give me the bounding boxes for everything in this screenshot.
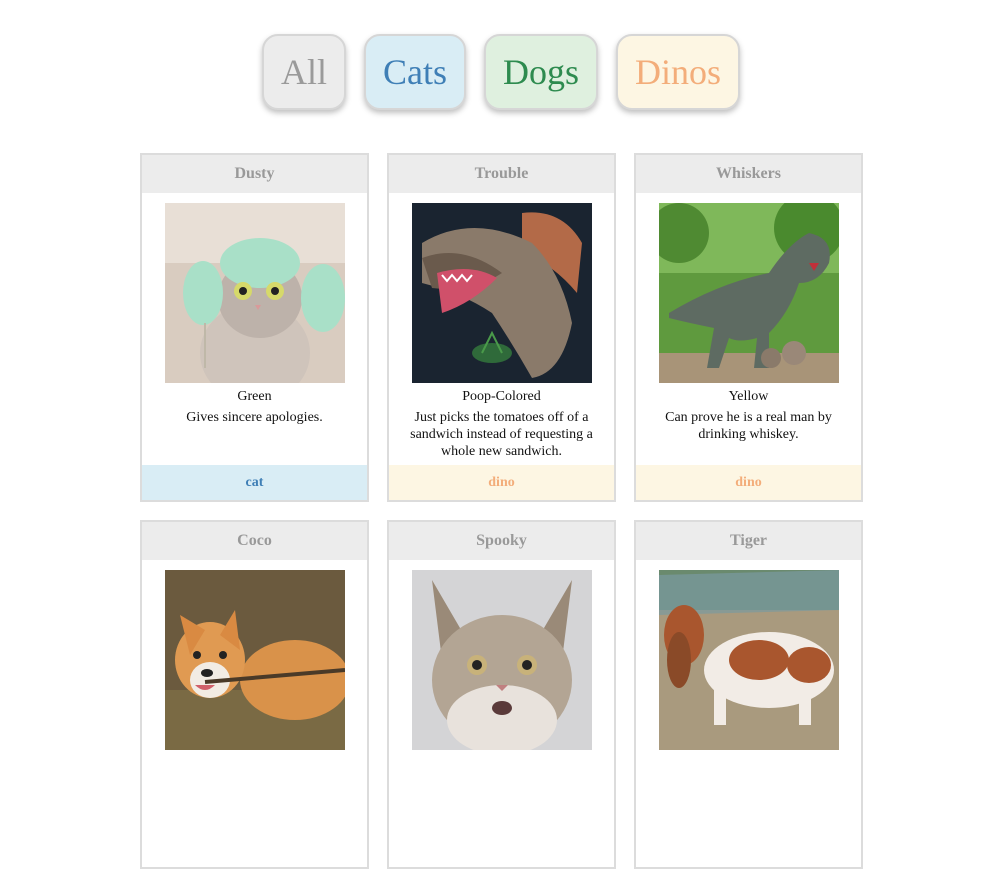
pet-type-badge: dino [389,465,614,500]
pet-name: Dusty [142,155,367,193]
pet-description: Just picks the tomatoes off of a sandwic… [410,410,593,459]
pet-card: Dusty Green Gives sincere apologies. cat [140,153,369,502]
pet-description: Can prove he is a real man by drinking w… [665,410,832,442]
pet-card: Whiskers Yellow Can prove he is a real m… [634,153,863,502]
pet-color: Yellow [728,389,769,404]
pet-name: Spooky [389,522,614,560]
pet-name: Coco [142,522,367,560]
pet-name: Trouble [389,155,614,193]
pet-grid: Dusty Green Gives sincere apologies. cat… [140,153,863,869]
filter-all-button[interactable]: All [262,34,346,110]
dog-photo [658,570,839,750]
cat-photo [164,203,345,383]
dog-photo [164,570,345,750]
filter-dogs-button[interactable]: Dogs [484,34,598,110]
filter-dinos-button[interactable]: Dinos [616,34,740,110]
pet-name: Whiskers [636,155,861,193]
pet-color: Poop-Colored [462,389,541,404]
pet-card: Trouble Poop-Colored Just picks the toma… [387,153,616,502]
pet-name: Tiger [636,522,861,560]
pet-type-badge: cat [142,465,367,500]
pet-color: Green [237,389,272,404]
filter-cats-button[interactable]: Cats [364,34,466,110]
cat-photo [411,570,592,750]
pet-card: Spooky [387,520,616,869]
dino-photo [658,203,839,383]
pet-type-badge: dino [636,465,861,500]
filter-bar: All Cats Dogs Dinos [0,34,1002,110]
dino-photo [411,203,592,383]
pet-card: Tiger [634,520,863,869]
pet-description: Gives sincere apologies. [186,410,323,425]
pet-card: Coco [140,520,369,869]
